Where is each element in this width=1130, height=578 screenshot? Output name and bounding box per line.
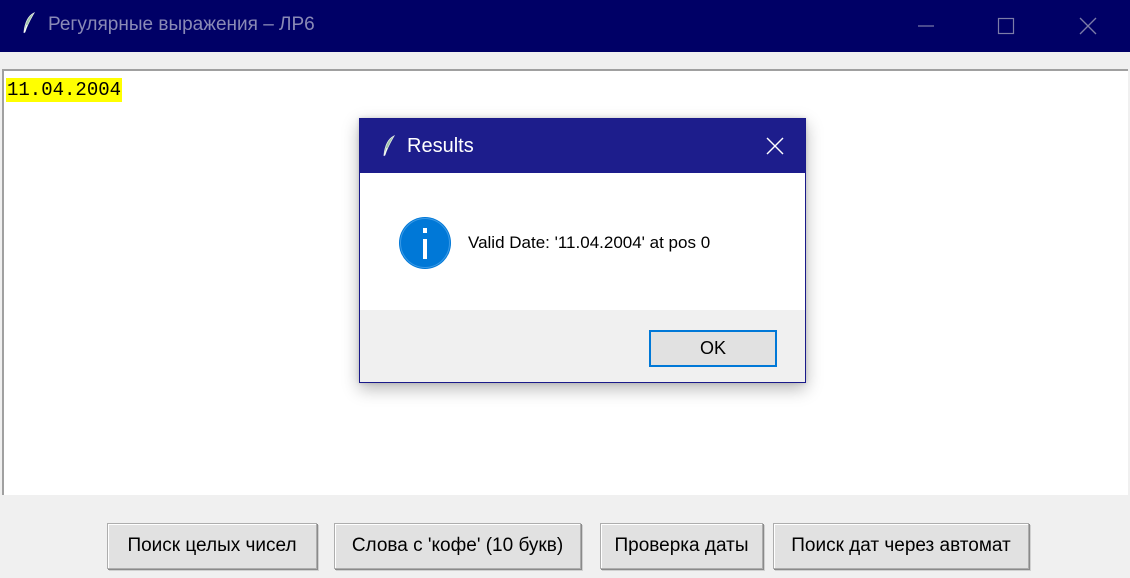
- find-dates-automaton-button[interactable]: Поиск дат через автомат: [773, 523, 1029, 569]
- minimize-button[interactable]: [886, 0, 966, 52]
- ok-button[interactable]: OK: [649, 330, 777, 367]
- feather-icon: [383, 135, 396, 157]
- feather-icon: [23, 12, 36, 34]
- results-dialog: Results Valid Date: '11.04.2004' at pos …: [359, 118, 806, 383]
- find-integers-button[interactable]: Поиск целых чисел: [107, 523, 317, 569]
- info-icon: [399, 217, 451, 269]
- close-button[interactable]: [1046, 0, 1130, 52]
- dialog-body: Valid Date: '11.04.2004' at pos 0: [360, 173, 805, 310]
- close-icon: [1079, 17, 1097, 35]
- dialog-footer: OK: [360, 310, 805, 382]
- dialog-title: Results: [407, 135, 474, 157]
- close-icon: [766, 137, 784, 155]
- highlighted-date-text: 11.04.2004: [6, 78, 123, 102]
- window-body-frame: [0, 52, 1130, 68]
- dialog-titlebar[interactable]: Results: [360, 119, 805, 173]
- maximize-button[interactable]: [966, 0, 1046, 52]
- check-date-button[interactable]: Проверка даты: [600, 523, 763, 569]
- window-title: Регулярные выражения – ЛР6: [48, 14, 315, 35]
- dialog-message: Valid Date: '11.04.2004' at pos 0: [468, 233, 711, 252]
- minimize-icon: [918, 25, 934, 27]
- dialog-close-button[interactable]: [745, 119, 805, 173]
- coffee-words-button[interactable]: Слова с 'кофе' (10 букв): [334, 523, 581, 569]
- maximize-icon: [997, 17, 1015, 35]
- window-titlebar[interactable]: Регулярные выражения – ЛР6: [0, 0, 1130, 52]
